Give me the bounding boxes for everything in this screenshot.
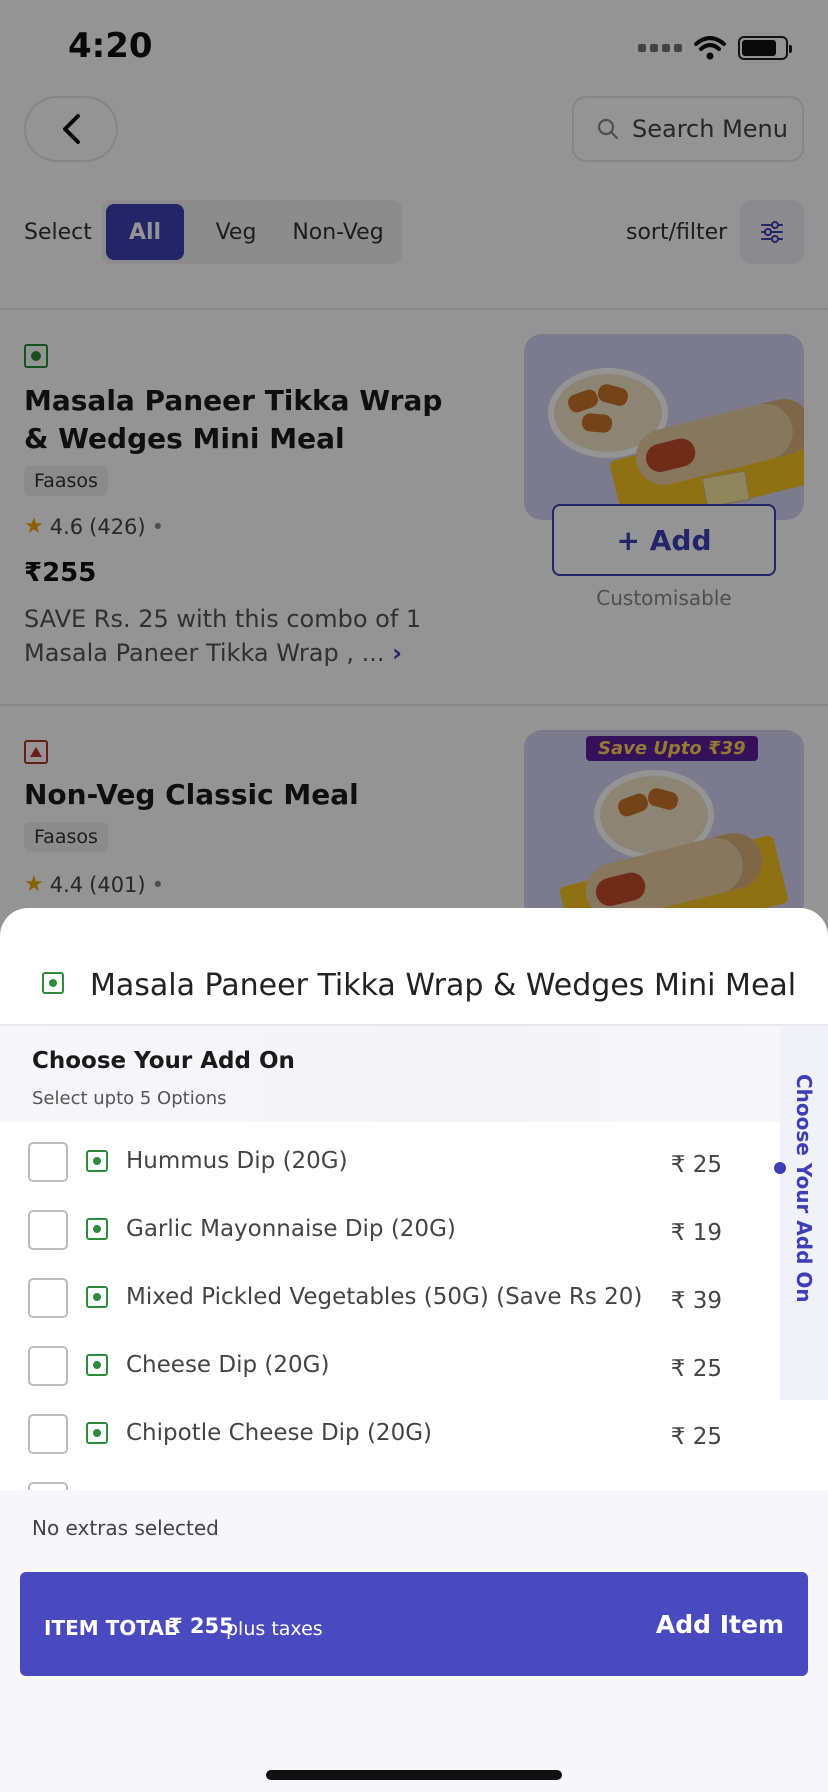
addon-price: ₹ 39 (670, 1288, 722, 1314)
addon-checkbox[interactable] (28, 1278, 68, 1318)
section-subtitle: Select upto 5 Options (32, 1088, 227, 1109)
home-indicator[interactable] (266, 1770, 562, 1780)
add-item-button[interactable]: ITEM TOTAL ₹ 255 plus taxes Add Item (20, 1572, 808, 1676)
sheet-title: Masala Paneer Tikka Wrap & Wedges Mini M… (90, 968, 797, 1003)
add-item-label: Add Item (655, 1610, 784, 1639)
addon-price: ₹ 19 (670, 1220, 722, 1246)
addon-price: ₹ 25 (670, 1356, 722, 1382)
taxes-label: plus taxes (226, 1618, 323, 1640)
addon-option[interactable]: Garlic Mayonnaise Dip (20G) ₹ 19 (0, 1198, 780, 1266)
addon-option[interactable]: Mixed Pickled Vegetables (50G) (Save Rs … (0, 1266, 780, 1334)
extras-status: No extras selected (32, 1516, 219, 1540)
veg-icon (86, 1218, 108, 1240)
section-nav-label[interactable]: Choose Your Add On (792, 1074, 816, 1303)
addon-option[interactable]: Chipotle Cheese Dip (20G) ₹ 25 (0, 1402, 780, 1470)
addon-price: ₹ 25 (670, 1152, 722, 1178)
addon-checkbox[interactable] (28, 1210, 68, 1250)
addon-name: Cheese Dip (20G) (126, 1352, 330, 1378)
veg-icon (86, 1286, 108, 1308)
addon-checkbox[interactable] (28, 1142, 68, 1182)
veg-icon (86, 1150, 108, 1172)
section-title: Choose Your Add On (32, 1048, 295, 1074)
addon-name: Garlic Mayonnaise Dip (20G) (126, 1216, 456, 1242)
addon-checkbox[interactable] (28, 1346, 68, 1386)
addon-bottom-sheet: Masala Paneer Tikka Wrap & Wedges Mini M… (0, 908, 828, 1792)
addon-name: Hummus Dip (20G) (126, 1148, 348, 1174)
addon-option[interactable]: Hummus Dip (20G) ₹ 25 (0, 1130, 780, 1198)
addon-price: ₹ 25 (670, 1424, 722, 1450)
sheet-header: Masala Paneer Tikka Wrap & Wedges Mini M… (0, 908, 828, 1026)
section-nav-rail[interactable]: Choose Your Add On (780, 1026, 828, 1400)
veg-icon (86, 1354, 108, 1376)
addon-name: Mixed Pickled Vegetables (50G) (Save Rs … (126, 1284, 643, 1310)
item-total-amount: ₹ 255 (168, 1614, 234, 1638)
addon-option[interactable]: Cheese Dip (20G) ₹ 25 (0, 1334, 780, 1402)
addon-checkbox[interactable] (28, 1414, 68, 1454)
addon-section-header: Choose Your Add On Select upto 5 Options (0, 1026, 780, 1122)
veg-icon (42, 972, 64, 994)
veg-icon (86, 1422, 108, 1444)
addon-name: Chipotle Cheese Dip (20G) (126, 1420, 432, 1446)
item-total-label: ITEM TOTAL (44, 1616, 177, 1640)
